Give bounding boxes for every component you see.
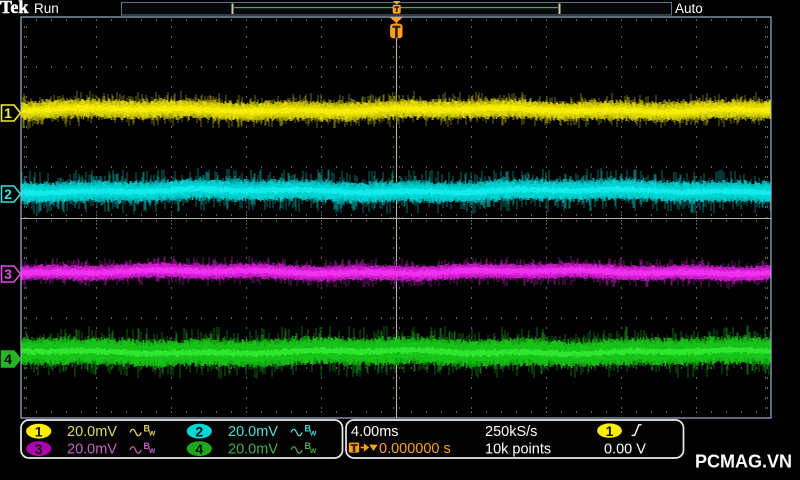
svg-text:1: 1 bbox=[4, 105, 12, 121]
svg-text:w: w bbox=[309, 446, 317, 455]
svg-text:w: w bbox=[148, 429, 156, 438]
svg-text:3: 3 bbox=[35, 441, 43, 457]
svg-text:3: 3 bbox=[4, 266, 12, 282]
svg-text:20.0mV: 20.0mV bbox=[67, 442, 117, 458]
svg-text:4: 4 bbox=[4, 351, 12, 367]
svg-text:Tek: Tek bbox=[0, 0, 28, 17]
svg-text:w: w bbox=[309, 429, 317, 438]
svg-text:2: 2 bbox=[195, 423, 203, 439]
svg-text:4: 4 bbox=[195, 441, 203, 457]
svg-text:250kS/s: 250kS/s bbox=[485, 424, 537, 440]
svg-text:4.00ms: 4.00ms bbox=[351, 424, 399, 440]
svg-text:10k points: 10k points bbox=[485, 442, 551, 458]
svg-text:1: 1 bbox=[35, 423, 43, 439]
svg-text:0.000000 s: 0.000000 s bbox=[379, 441, 451, 457]
svg-text:PCMAG.VN: PCMAG.VN bbox=[695, 452, 792, 472]
svg-text:1: 1 bbox=[606, 423, 614, 439]
svg-text:2: 2 bbox=[4, 186, 12, 202]
svg-text:0.00 V: 0.00 V bbox=[604, 442, 646, 458]
svg-text:20.0mV: 20.0mV bbox=[228, 442, 278, 458]
svg-text:20.0mV: 20.0mV bbox=[228, 424, 278, 440]
svg-text:20.0mV: 20.0mV bbox=[67, 424, 117, 440]
svg-text:w: w bbox=[148, 446, 156, 455]
svg-text:Run: Run bbox=[34, 1, 59, 16]
svg-text:Auto: Auto bbox=[675, 1, 703, 16]
